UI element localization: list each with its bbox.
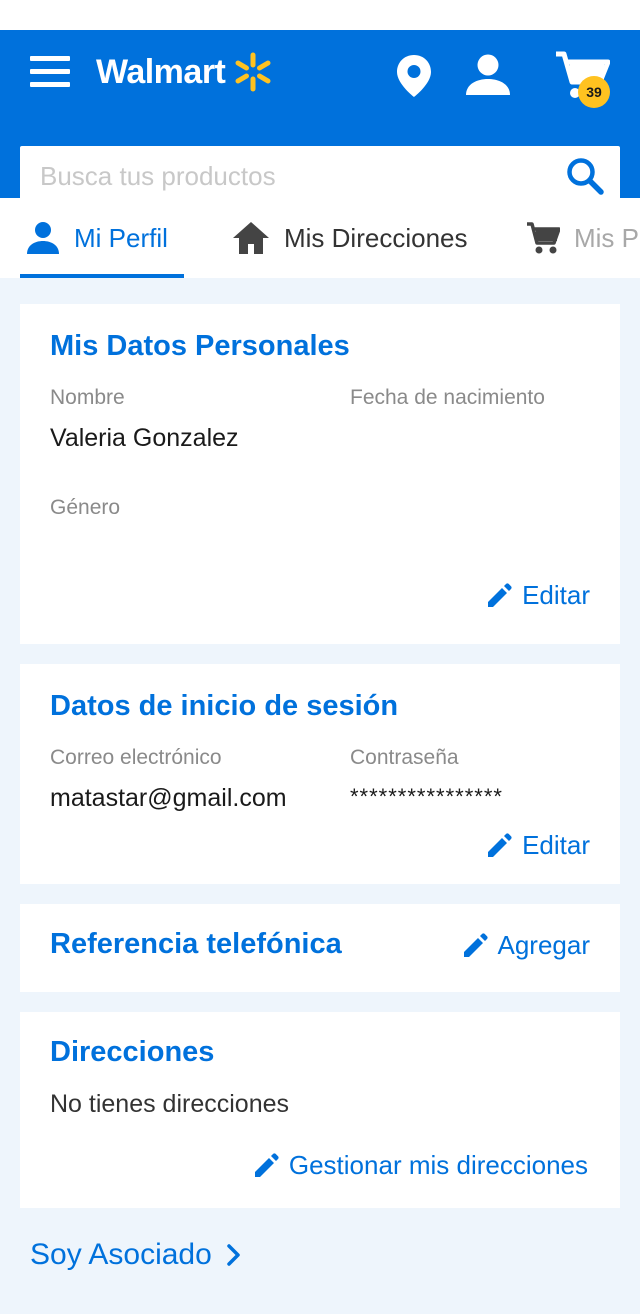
tab-mi-perfil[interactable]: Mi Perfil — [20, 198, 184, 278]
addresses-card: Direcciones No tienes direcciones Gestio… — [20, 1012, 620, 1208]
add-label: Agregar — [497, 930, 591, 960]
menu-icon-bar — [30, 82, 70, 87]
menu-icon-bar — [30, 69, 70, 74]
card-title: Datos de inicio de sesión — [50, 690, 399, 722]
profile-tabs: Mi Perfil Mis Direcciones Mis P — [0, 198, 640, 278]
edit-login-button[interactable]: Editar — [486, 830, 590, 861]
tab-label: Mis Direcciones — [284, 222, 468, 253]
add-phone-button[interactable]: Agregar — [462, 930, 591, 961]
card-title: Direcciones — [50, 1036, 215, 1068]
pencil-icon — [254, 1152, 279, 1177]
password-value: **************** — [350, 784, 503, 809]
associate-label: Soy Asociado — [30, 1238, 212, 1271]
chevron-right-icon — [227, 1244, 240, 1266]
phone-reference-card: Referencia telefónica Agregar — [20, 904, 620, 992]
search-icon — [567, 158, 604, 195]
hamburger-menu-button[interactable] — [30, 56, 70, 88]
location-pin-icon[interactable] — [396, 54, 432, 98]
email-value: matastar@gmail.com — [50, 784, 287, 812]
edit-label: Editar — [522, 580, 590, 610]
card-title: Mis Datos Personales — [50, 330, 350, 362]
user-icon — [27, 222, 59, 254]
tab-mis-pedidos[interactable]: Mis P — [526, 198, 639, 278]
brand-name: Walmart — [96, 52, 226, 91]
edit-label: Editar — [522, 830, 590, 860]
pencil-icon — [488, 582, 512, 607]
pencil-icon — [488, 832, 512, 857]
search-input[interactable] — [20, 146, 550, 206]
tab-mis-direcciones[interactable]: Mis Direcciones — [232, 198, 468, 278]
card-title: Referencia telefónica — [50, 928, 342, 960]
tab-label: Mis P — [574, 222, 639, 253]
name-value: Valeria Gonzalez — [50, 424, 239, 452]
password-label: Contraseña — [350, 746, 459, 769]
name-label: Nombre — [50, 386, 125, 409]
tab-label: Mi Perfil — [74, 222, 168, 253]
manage-addresses-link[interactable]: Gestionar mis direcciones — [253, 1150, 588, 1181]
cart-count-badge: 39 — [578, 76, 610, 108]
birthdate-label: Fecha de nacimiento — [350, 386, 545, 409]
home-icon — [233, 222, 269, 254]
no-addresses-text: No tienes direcciones — [50, 1090, 290, 1118]
cart-icon — [527, 222, 560, 254]
email-label: Correo electrónico — [50, 746, 222, 769]
login-data-card: Datos de inicio de sesión Correo electró… — [20, 664, 620, 884]
edit-personal-button[interactable]: Editar — [486, 580, 590, 611]
search-button[interactable] — [550, 146, 620, 206]
personal-data-card: Mis Datos Personales Nombre Valeria Gonz… — [20, 304, 620, 644]
associate-link[interactable]: Soy Asociado — [30, 1238, 242, 1272]
search-bar — [20, 146, 620, 206]
menu-icon — [30, 56, 70, 61]
status-bar-area — [0, 0, 640, 30]
pencil-icon — [463, 932, 488, 957]
spark-icon — [235, 52, 271, 92]
walmart-logo[interactable]: Walmart — [96, 50, 273, 94]
account-icon[interactable] — [464, 54, 512, 96]
top-header: Walmart 39 — [0, 30, 640, 206]
gender-label: Género — [50, 496, 121, 519]
manage-label: Gestionar mis direcciones — [288, 1150, 588, 1180]
